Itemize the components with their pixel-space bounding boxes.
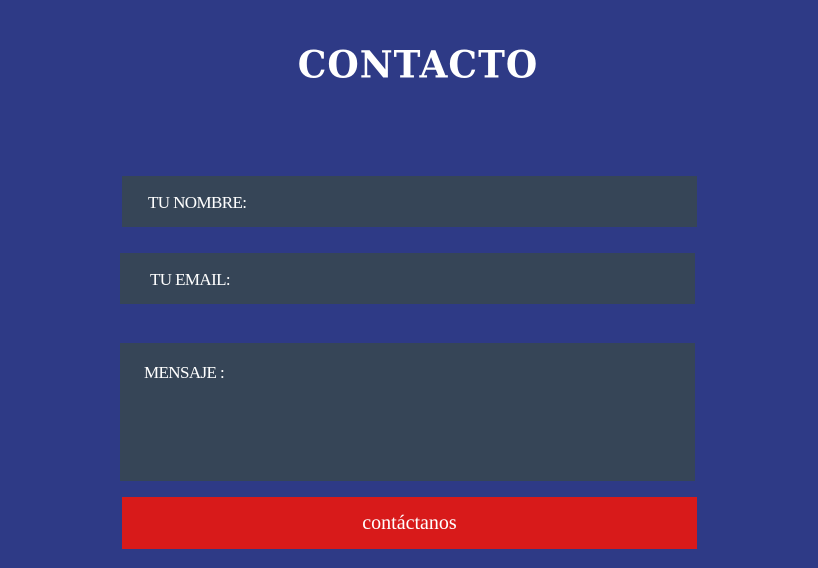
contact-submit-button[interactable]: contáctanos (122, 497, 697, 549)
email-field-label: TU EMAIL: (150, 270, 231, 289)
message-field-label: MENSAJE : (144, 363, 225, 382)
email-field[interactable]: TU EMAIL: (120, 253, 695, 304)
name-field[interactable]: TU NOMBRE: (122, 176, 697, 227)
page-title: CONTACTO (297, 42, 539, 88)
message-field[interactable]: MENSAJE : (120, 343, 695, 481)
name-field-label: TU NOMBRE: (148, 193, 247, 212)
